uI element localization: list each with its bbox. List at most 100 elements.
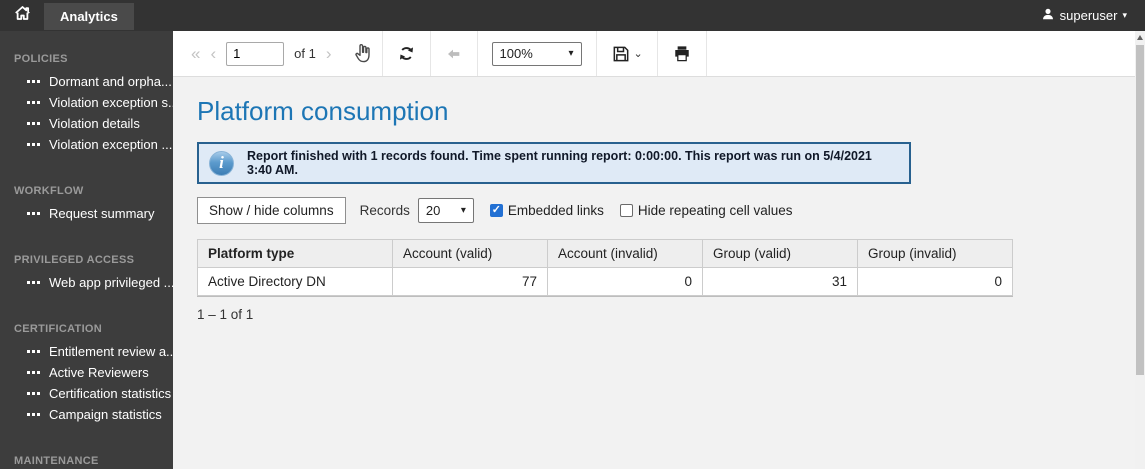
column-header-account-invalid[interactable]: Account (invalid): [547, 239, 703, 268]
refresh-button[interactable]: [397, 44, 416, 63]
column-header-account-valid[interactable]: Account (valid): [392, 239, 548, 268]
report-status-banner: i Report finished with 1 records found. …: [197, 142, 911, 184]
sidebar-item-label: Active Reviewers: [49, 365, 149, 380]
report-controls: Show / hide columns Records 20 ▾ ✓ Embed…: [197, 197, 1135, 224]
column-header-group-invalid[interactable]: Group (invalid): [857, 239, 1013, 268]
records-per-page-value: 20: [425, 203, 441, 218]
pagination-group: « ‹ of 1 ›: [177, 31, 383, 76]
first-page-button[interactable]: «: [191, 45, 200, 62]
pagination-summary: 1 – 1 of 1: [197, 307, 254, 322]
sidebar-nav: POLICIES Dormant and orpha... Violation …: [0, 31, 173, 469]
hide-repeating-label: Hide repeating cell values: [637, 203, 793, 218]
sidebar-item-label: Certification statistics: [49, 386, 172, 401]
back-button[interactable]: [445, 46, 463, 62]
print-button[interactable]: [672, 44, 692, 63]
print-icon: [674, 46, 689, 62]
next-page-button[interactable]: ›: [326, 45, 332, 62]
cell-account-valid: 77: [392, 267, 548, 296]
page-count-label: of 1: [294, 46, 316, 61]
column-header-group-valid[interactable]: Group (valid): [702, 239, 858, 268]
report-content: Platform consumption i Report finished w…: [173, 77, 1135, 322]
tab-analytics[interactable]: Analytics: [44, 3, 134, 30]
sidebar-item-violation-details[interactable]: Violation details: [0, 113, 173, 134]
refresh-group: [383, 31, 431, 76]
nav-section-workflow: WORKFLOW Request summary: [0, 173, 173, 224]
report-icon: [27, 101, 40, 104]
vertical-scrollbar[interactable]: [1135, 31, 1145, 469]
sidebar-item-label: Violation exception s...: [49, 95, 173, 110]
back-arrow-icon: [447, 49, 459, 58]
nav-section-title: CERTIFICATION: [14, 323, 103, 335]
report-status-text: Report finished with 1 records found. Ti…: [247, 149, 872, 177]
cell-account-invalid: 0: [547, 267, 703, 296]
platform-consumption-table: Platform type Account (valid) Account (i…: [197, 239, 1013, 296]
sidebar-item-request-summary[interactable]: Request summary: [0, 203, 173, 224]
sidebar-item-dormant-and-orphaned[interactable]: Dormant and orpha...: [0, 71, 173, 92]
tab-analytics-label: Analytics: [60, 9, 118, 24]
main-panel: « ‹ of 1 ›: [173, 31, 1135, 469]
chevron-down-icon: ▾: [460, 205, 466, 216]
table-row: Active Directory DN 77 0 31 0: [197, 267, 1013, 296]
zoom-level-value: 100%: [499, 46, 533, 61]
page-number-input[interactable]: [226, 41, 285, 66]
hide-repeating-checkbox[interactable]: Hide repeating cell values: [619, 203, 793, 218]
checkbox-checked-icon: ✓: [489, 204, 503, 217]
user-name: superuser: [1059, 8, 1118, 23]
scroll-up-icon: [1137, 35, 1143, 40]
records-label: Records: [359, 203, 410, 218]
sidebar-item-label: Campaign statistics: [49, 407, 162, 422]
cell-platform-type: Active Directory DN: [197, 267, 393, 296]
report-icon: [27, 212, 40, 215]
top-bar: Analytics superuser ▾: [0, 0, 1145, 31]
export-group: ⌄: [597, 31, 658, 76]
sidebar-item-label: Violation details: [49, 116, 140, 131]
nav-section-title: POLICIES: [14, 53, 68, 65]
zoom-level-select[interactable]: 100% ▾: [491, 41, 582, 66]
sidebar-item-label: Request summary: [49, 206, 155, 221]
page-title: Platform consumption: [197, 96, 449, 126]
home-icon: [13, 4, 32, 27]
table-header-row: Platform type Account (valid) Account (i…: [197, 239, 1013, 268]
home-button[interactable]: [0, 0, 44, 31]
cell-group-valid: 31: [702, 267, 858, 296]
report-icon: [27, 371, 40, 374]
scroll-up-button[interactable]: [1135, 31, 1145, 44]
embedded-links-checkbox[interactable]: ✓ Embedded links: [489, 203, 604, 218]
nav-section-maintenance: MAINTENANCE Platform consumpt...: [0, 443, 173, 469]
zoom-group: 100% ▾: [478, 31, 597, 76]
save-export-button[interactable]: ⌄: [611, 44, 643, 64]
sidebar-item-label: Violation exception ...: [49, 137, 173, 152]
report-icon: [27, 143, 40, 146]
sidebar-item-active-reviewers[interactable]: Active Reviewers: [0, 362, 173, 383]
sidebar-item-web-app-privileged[interactable]: Web app privileged ...: [0, 272, 173, 293]
records-per-page-select[interactable]: 20 ▾: [417, 198, 474, 223]
sidebar-item-certification-statistics[interactable]: Certification statistics: [0, 383, 173, 404]
user-icon: [1041, 7, 1055, 24]
chevron-down-icon: ▾: [568, 48, 574, 59]
checkbox-unchecked-icon: [619, 204, 633, 217]
embedded-links-label: Embedded links: [507, 203, 604, 218]
report-icon: [27, 122, 40, 125]
scrollbar-thumb[interactable]: [1136, 45, 1144, 375]
user-caret-icon: ▾: [1122, 10, 1127, 20]
prev-page-button[interactable]: ‹: [210, 45, 216, 62]
nav-section-title: PRIVILEGED ACCESS: [14, 254, 135, 266]
sidebar-item-violation-exception[interactable]: Violation exception ...: [0, 134, 173, 155]
sidebar-item-violation-exception-s[interactable]: Violation exception s...: [0, 92, 173, 113]
sidebar-item-label: Web app privileged ...: [49, 275, 173, 290]
sidebar-item-label: Dormant and orpha...: [49, 74, 172, 89]
user-menu[interactable]: superuser ▾: [1041, 7, 1127, 24]
sidebar-item-campaign-statistics[interactable]: Campaign statistics: [0, 404, 173, 425]
report-toolbar: « ‹ of 1 ›: [173, 31, 1135, 77]
column-header-platform-type[interactable]: Platform type: [197, 239, 393, 268]
sidebar-item-entitlement-review[interactable]: Entitlement review a...: [0, 341, 173, 362]
nav-section-title: WORKFLOW: [14, 185, 84, 197]
show-hide-columns-button[interactable]: Show / hide columns: [197, 197, 346, 224]
save-icon: [613, 46, 628, 61]
report-icon: [27, 80, 40, 83]
report-icon: [27, 350, 40, 353]
report-icon: [27, 392, 40, 395]
print-group: [658, 31, 707, 76]
refresh-icon: [399, 47, 413, 60]
nav-section-privileged-access: PRIVILEGED ACCESS Web app privileged ...: [0, 242, 173, 293]
